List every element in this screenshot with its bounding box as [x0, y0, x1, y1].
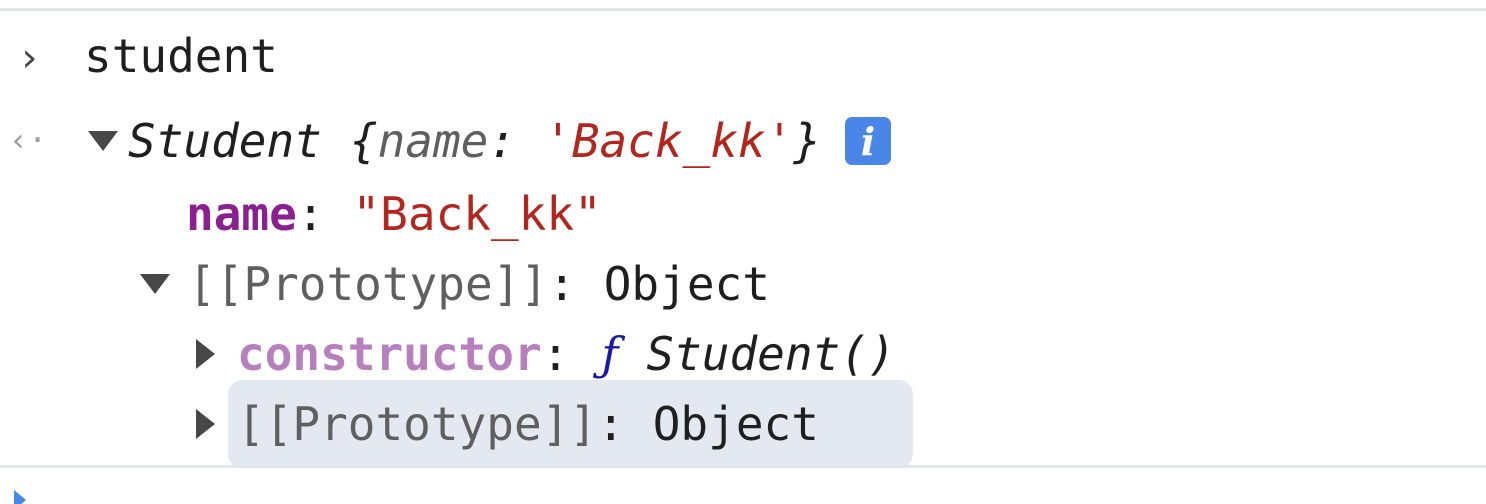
property-colon: : — [296, 187, 325, 241]
expand-collapse-triangle-icon[interactable] — [88, 131, 118, 151]
return-value-icon: ‹· — [8, 121, 48, 159]
input-expression: student — [84, 29, 278, 83]
property-value-name: "Back_kk" — [352, 187, 602, 241]
prototype-value: Object — [603, 257, 770, 311]
inner-prototype-value: Object — [652, 397, 819, 451]
next-prompt-icon — [14, 490, 26, 504]
info-icon[interactable]: i — [845, 117, 892, 165]
inner-prototype-expand-triangle-icon[interactable] — [196, 409, 215, 439]
preview-value: 'Back_kk' — [544, 114, 794, 168]
object-class-name: Student — [128, 114, 322, 168]
inner-prototype-colon: : — [597, 397, 625, 451]
constructor-colon: : — [541, 327, 570, 381]
inner-prototype-row[interactable]: [[Prototype]] : Object — [196, 396, 819, 452]
prototype-label: [[Prototype]] — [188, 257, 549, 311]
preview-open-brace: { — [349, 114, 378, 168]
prototype-colon: : — [548, 257, 576, 311]
bottom-divider — [0, 465, 1486, 468]
prototype-expand-triangle-icon[interactable] — [140, 274, 170, 294]
top-divider — [0, 8, 1486, 11]
result-summary-row[interactable]: Student { name : 'Back_kk' } i — [88, 113, 892, 169]
constructor-key: constructor — [237, 327, 542, 381]
preview-colon: : — [488, 114, 517, 168]
console-input-line[interactable]: student — [84, 28, 278, 84]
inner-prototype-label: [[Prototype]] — [237, 397, 598, 451]
input-prompt-icon: › — [16, 35, 42, 81]
constructor-row[interactable]: constructor : ƒ Student() — [196, 326, 896, 382]
property-key-name: name — [186, 187, 297, 241]
devtools-console: › student ‹· Student { name : 'Back_kk' … — [0, 0, 1486, 504]
property-row-name[interactable]: name : "Back_kk" — [186, 186, 602, 242]
preview-key: name — [377, 114, 489, 168]
preview-close-brace: } — [793, 114, 822, 168]
function-marker: ƒ — [601, 327, 619, 381]
constructor-expand-triangle-icon[interactable] — [196, 339, 215, 369]
constructor-value: Student() — [646, 327, 896, 381]
prototype-row[interactable]: [[Prototype]] : Object — [140, 256, 770, 312]
